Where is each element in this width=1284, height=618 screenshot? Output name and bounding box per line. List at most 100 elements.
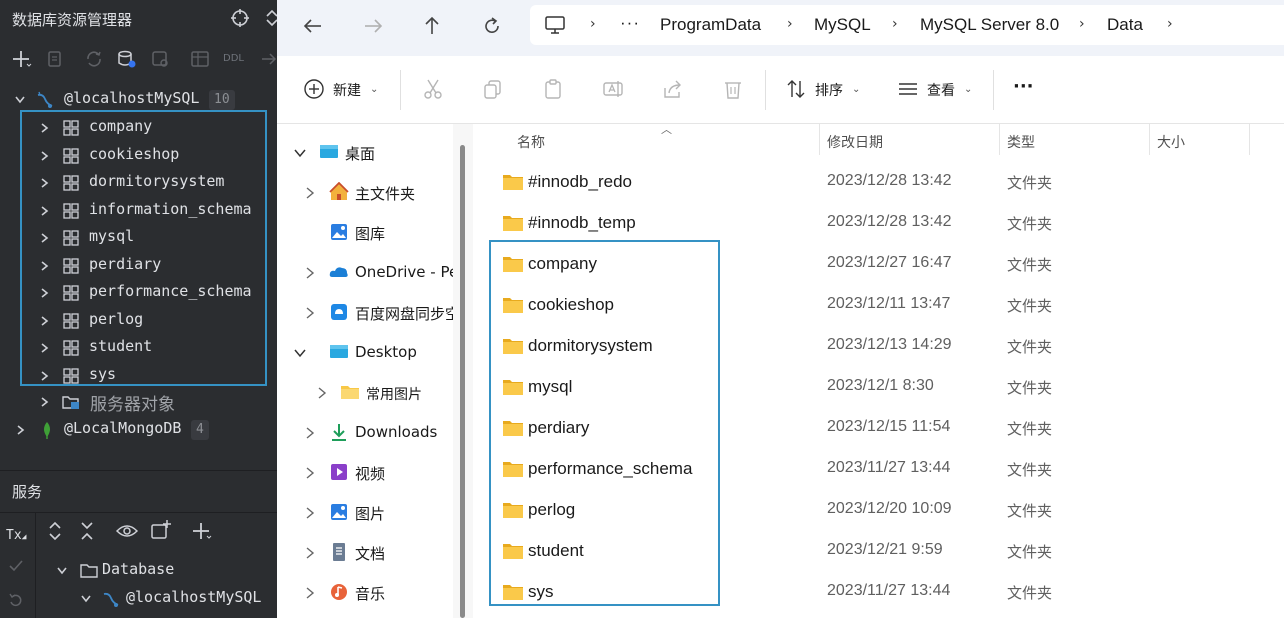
chevron-down-icon[interactable]: ⌄: [370, 84, 378, 95]
refresh-icon[interactable]: [83, 48, 105, 70]
file-date: 2023/12/1 8:30: [827, 377, 934, 394]
new-button[interactable]: 新建: [333, 80, 361, 100]
chevron-right-icon[interactable]: [303, 545, 317, 559]
divider: [0, 470, 277, 471]
chevron-down-icon[interactable]: [56, 563, 68, 577]
chevron-right-icon[interactable]: ›: [787, 16, 793, 32]
chevron-right-icon[interactable]: [303, 265, 317, 279]
breadcrumb-mysql-server[interactable]: MySQL Server 8.0: [920, 15, 1059, 35]
breadcrumb-mysql[interactable]: MySQL: [814, 15, 871, 35]
column-divider[interactable]: [1149, 124, 1150, 155]
file-row[interactable]: #innodb_redo 2023/12/28 13:42 文件夹: [475, 162, 1284, 203]
services-connection-node[interactable]: @localhostMySQL: [0, 585, 277, 612]
expand-collapse-icon[interactable]: [262, 8, 277, 28]
expand-all-icon[interactable]: [46, 521, 64, 541]
view-button[interactable]: 查看: [927, 80, 955, 100]
divider: [400, 70, 401, 110]
chevron-right-icon[interactable]: [303, 585, 317, 599]
column-divider[interactable]: [1249, 124, 1250, 155]
file-row[interactable]: #innodb_temp 2023/12/28 13:42 文件夹: [475, 203, 1284, 244]
sort-icon[interactable]: [785, 78, 807, 102]
nav-item[interactable]: 文档: [277, 532, 453, 572]
table-icon[interactable]: [189, 48, 211, 70]
nav-item[interactable]: 百度网盘同步空: [277, 292, 460, 332]
view-icon[interactable]: [897, 78, 919, 102]
column-divider[interactable]: [999, 124, 1000, 155]
nav-item[interactable]: Downloads: [277, 412, 453, 452]
forward-arrow-icon[interactable]: [359, 14, 387, 38]
column-header-type[interactable]: 类型: [1007, 132, 1035, 152]
back-arrow-icon[interactable]: [299, 14, 327, 38]
copy-icon[interactable]: [482, 78, 504, 102]
eye-icon[interactable]: [115, 521, 139, 541]
nav-item[interactable]: 主文件夹: [277, 172, 453, 212]
services-database-node[interactable]: Database: [0, 557, 277, 584]
breadcrumb-data[interactable]: Data: [1107, 15, 1143, 35]
nav-item[interactable]: 视频: [277, 452, 453, 492]
rename-icon[interactable]: [602, 78, 624, 102]
cut-icon[interactable]: [422, 78, 444, 102]
collapse-all-icon[interactable]: [78, 521, 96, 541]
connection-mongodb[interactable]: @LocalMongoDB 4: [0, 416, 277, 443]
mysql-dolphin-icon: [36, 91, 54, 109]
nav-item[interactable]: 图片: [277, 492, 453, 532]
crosshair-icon[interactable]: [230, 8, 250, 28]
nav-scrollbar-thumb[interactable]: [460, 145, 465, 618]
nav-item[interactable]: Desktop: [277, 332, 453, 372]
file-type: 文件夹: [1007, 584, 1053, 602]
more-options-button[interactable]: ···: [1013, 76, 1034, 97]
chevron-down-icon[interactable]: ⌄: [964, 84, 972, 95]
chevron-down-icon[interactable]: [293, 145, 307, 159]
nav-item[interactable]: 图库: [277, 212, 453, 252]
chevron-right-icon[interactable]: [14, 422, 26, 436]
chevron-down-icon[interactable]: [293, 345, 307, 359]
jump-console-icon[interactable]: [149, 48, 171, 70]
chevron-down-icon[interactable]: ⌄: [852, 84, 860, 95]
column-header-size[interactable]: 大小: [1157, 132, 1185, 152]
chevron-right-icon[interactable]: [303, 305, 317, 319]
add-service-icon[interactable]: [190, 520, 212, 542]
new-group-icon[interactable]: [150, 519, 172, 541]
add-icon[interactable]: [10, 48, 32, 70]
chevron-right-icon[interactable]: [303, 425, 317, 439]
connection-label: @localhostMySQL: [64, 89, 200, 107]
transaction-mode-button[interactable]: Tx◢: [6, 528, 26, 543]
share-icon[interactable]: [662, 78, 684, 102]
panel-title: 数据库资源管理器: [12, 11, 133, 29]
up-arrow-icon[interactable]: [418, 14, 446, 38]
file-name: #innodb_temp: [528, 213, 636, 232]
breadcrumb-more[interactable]: ···: [620, 13, 640, 33]
column-header-date[interactable]: 修改日期: [827, 132, 883, 152]
arrow-right-icon[interactable]: [258, 48, 277, 70]
address-bar[interactable]: › ··· ProgramData › MySQL › MySQL Server…: [530, 5, 1284, 45]
sort-button[interactable]: 排序: [815, 80, 843, 100]
chevron-right-icon[interactable]: ›: [1167, 16, 1173, 32]
chevron-right-icon[interactable]: [303, 505, 317, 519]
breadcrumb-programdata[interactable]: ProgramData: [660, 15, 761, 35]
refresh-icon[interactable]: [478, 14, 506, 38]
ddl-button[interactable]: DDL: [223, 53, 244, 64]
chevron-right-icon[interactable]: [303, 185, 317, 199]
chevron-right-icon[interactable]: [315, 385, 329, 399]
copy-icon[interactable]: [44, 48, 66, 70]
nav-item[interactable]: OneDrive - Pe: [277, 252, 458, 292]
column-divider[interactable]: [819, 124, 820, 155]
datasource-settings-icon[interactable]: [116, 48, 138, 70]
nav-item[interactable]: 常用图片: [277, 372, 453, 412]
delete-icon[interactable]: [722, 78, 744, 102]
chevron-right-icon[interactable]: ›: [590, 16, 596, 32]
chevron-down-icon[interactable]: [14, 92, 26, 106]
chevron-down-icon[interactable]: [80, 591, 92, 605]
chevron-right-icon[interactable]: [38, 394, 50, 408]
chevron-right-icon[interactable]: ›: [892, 16, 898, 32]
server-objects-node[interactable]: 服务器对象: [0, 388, 277, 415]
chevron-right-icon[interactable]: [303, 465, 317, 479]
nav-item-label: OneDrive - Pe: [355, 263, 459, 281]
nav-item[interactable]: 桌面: [277, 132, 453, 172]
paste-icon[interactable]: [542, 78, 564, 102]
nav-item[interactable]: 音乐: [277, 572, 453, 612]
connection-mysql[interactable]: @localhostMySQL 10: [0, 86, 277, 113]
chevron-right-icon[interactable]: ›: [1079, 16, 1085, 32]
new-plus-icon[interactable]: [303, 78, 325, 102]
column-header-name[interactable]: 名称: [517, 132, 545, 152]
